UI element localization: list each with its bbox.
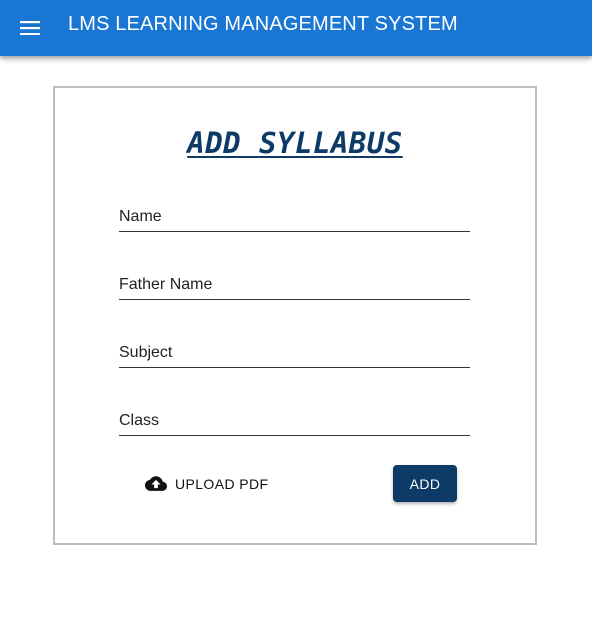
app-title: LMS LEARNING MANAGEMENT SYSTEM	[68, 13, 458, 35]
app-bar: LMS LEARNING MANAGEMENT SYSTEM	[0, 0, 592, 56]
form-title: ADD SYLLABUS	[187, 126, 403, 160]
name-field[interactable]	[119, 203, 470, 231]
class-field[interactable]	[119, 407, 470, 435]
menu-button[interactable]	[12, 10, 48, 46]
father-name-field-container	[119, 261, 470, 300]
subject-field-container	[119, 329, 470, 368]
upload-pdf-button[interactable]: UPLOAD PDF	[137, 469, 276, 499]
class-field-container	[119, 397, 470, 436]
father-name-field[interactable]	[119, 271, 470, 299]
hamburger-menu-icon	[20, 21, 40, 35]
cloud-upload-icon	[145, 476, 167, 491]
add-button[interactable]: ADD	[393, 465, 457, 502]
upload-pdf-label: UPLOAD PDF	[175, 476, 269, 492]
add-syllabus-form: ADD SYLLABUS UPLOAD PDF ADD	[53, 86, 537, 545]
name-field-container	[119, 193, 470, 232]
subject-field[interactable]	[119, 339, 470, 367]
